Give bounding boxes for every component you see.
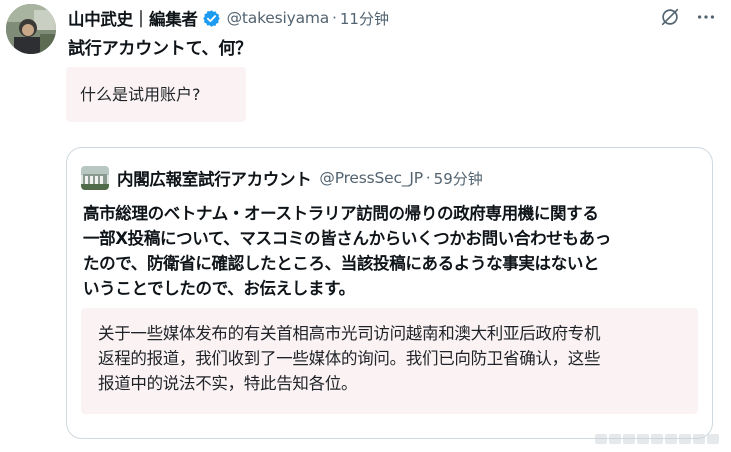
author-name[interactable]: 山中武史｜編集者 (68, 6, 198, 30)
quoted-tweet[interactable]: 内閣広報室試行アカウント @PressSec_JP · 59分钟 高市総理のベト… (66, 147, 713, 439)
quoted-author-avatar (81, 166, 109, 190)
quoted-author-name[interactable]: 内閣広報室試行アカウント (117, 166, 312, 190)
separator-dot: · (425, 169, 431, 187)
avatar-photo (6, 4, 56, 54)
quoted-text-line: たので、防衛省に確認したところ、当該投稿にあるような事実はないと (83, 254, 600, 273)
quoted-author-handle[interactable]: @PressSec_JP (319, 169, 423, 187)
quoted-tweet-time[interactable]: 59分钟 (434, 168, 483, 189)
translation-line: 关于一些媒体发布的有关首相高市光司访问越南和澳大利亚后政府专机 (98, 324, 601, 343)
watermark (595, 434, 719, 444)
tweet-tools (659, 6, 717, 28)
quoted-text-line: いうことでしたので、お伝えします。 (83, 279, 355, 298)
tweet-text: 試行アカウントて、何？ (68, 39, 252, 59)
quoted-text-line: 一部X投稿について、マスコミの皆さんからいくつかお問い合わせもあっ (83, 229, 611, 248)
tweet-header: 山中武史｜編集者 @takesiyama · 11分钟 (68, 6, 389, 30)
quoted-text-line: 高市総理のベトナム・オーストラリア訪問の帰りの政府専用機に関する (83, 204, 599, 223)
translation-line: 返程的报道，我们收到了一些媒体的询问。我们已向防卫省确认，这些 (98, 349, 601, 368)
author-avatar[interactable] (6, 4, 56, 54)
quoted-tweet-text: 高市総理のベトナム・オーストラリア訪問の帰りの政府専用機に関する 一部X投稿につ… (83, 201, 703, 301)
author-handle[interactable]: @takesiyama (227, 9, 330, 27)
more-icon[interactable] (695, 6, 717, 28)
tweet-time[interactable]: 11分钟 (340, 8, 389, 29)
verified-badge-icon (202, 9, 221, 28)
translate-slash-icon[interactable] (659, 6, 681, 28)
quoted-tweet-translation: 关于一些媒体发布的有关首相高市光司访问越南和澳大利亚后政府专机 返程的报道，我们… (81, 308, 698, 414)
quoted-tweet-header: 内閣広報室試行アカウント @PressSec_JP · 59分钟 (81, 166, 483, 190)
tweet-translation: 什么是试用账户? (66, 67, 246, 122)
translation-line: 报道中的说法不实，特此告知各位。 (98, 374, 358, 393)
separator-dot: · (332, 9, 337, 27)
